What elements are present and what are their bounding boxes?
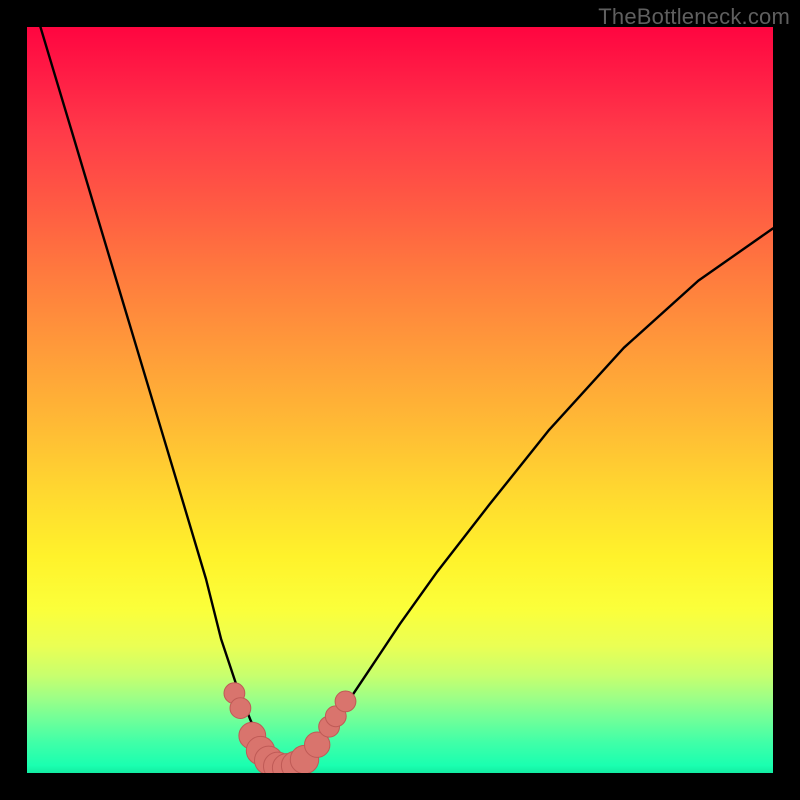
frame: TheBottleneck.com [0,0,800,800]
plot-area [27,27,773,773]
watermark-text: TheBottleneck.com [598,4,790,30]
curve-markers [224,683,356,773]
curve-line [27,27,773,765]
chart-svg [27,27,773,773]
